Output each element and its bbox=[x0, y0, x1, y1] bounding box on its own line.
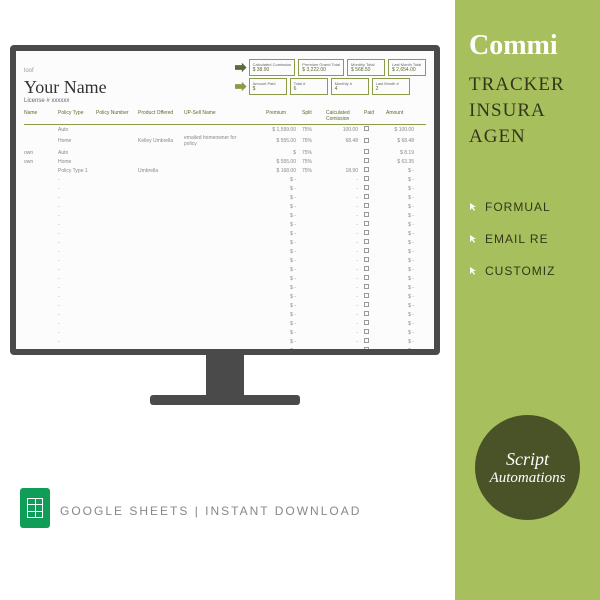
table-row: -$ --$ - bbox=[24, 301, 426, 310]
table-row: -$ --$ - bbox=[24, 247, 426, 256]
paid-checkbox[interactable] bbox=[364, 185, 369, 190]
stats-top-row: Calculated Comission$ 38.90 Premium Gran… bbox=[249, 59, 426, 76]
paid-checkbox[interactable] bbox=[364, 275, 369, 280]
stats-bottom-row: Amount Paid$ Total #6 Monthly #4 Last Mo… bbox=[249, 78, 410, 95]
paid-checkbox[interactable] bbox=[364, 320, 369, 325]
paid-checkbox[interactable] bbox=[364, 212, 369, 217]
license-text: License # xxxxxx bbox=[24, 98, 107, 104]
table-row: -$ --$ - bbox=[24, 220, 426, 229]
paid-checkbox[interactable] bbox=[364, 149, 369, 154]
table-row: -$ --$ - bbox=[24, 310, 426, 319]
table-row: -$ --$ - bbox=[24, 283, 426, 292]
table-row: ownHome$ 555.0075%$ 63.35 bbox=[24, 157, 426, 166]
table-row: -$ --$ - bbox=[24, 337, 426, 346]
paid-checkbox[interactable] bbox=[364, 311, 369, 316]
table-row: -$ --$ - bbox=[24, 328, 426, 337]
table-row: -$ --$ - bbox=[24, 202, 426, 211]
table-row: HomeKelley Umbrellaemailed homeowner for… bbox=[24, 134, 426, 148]
paid-checkbox[interactable] bbox=[364, 302, 369, 307]
cursor-icon bbox=[469, 234, 479, 244]
table-row: -$ --$ - bbox=[24, 211, 426, 220]
feature-1: FORMUAL bbox=[469, 200, 600, 214]
automation-badge: Script Automations bbox=[475, 415, 580, 520]
column-headers: Name Policy Type Policy Number Product O… bbox=[24, 110, 426, 125]
sidebar-line-1: TRACKER bbox=[469, 74, 600, 96]
table-row: -$ --$ - bbox=[24, 175, 426, 184]
sidebar-line-2: INSURA bbox=[469, 100, 600, 122]
feature-2: EMAIL RE bbox=[469, 232, 600, 246]
table-row: ownAuto$75%$ 8.19 bbox=[24, 148, 426, 157]
paid-checkbox[interactable] bbox=[364, 338, 369, 343]
paid-checkbox[interactable] bbox=[364, 167, 369, 172]
table-row: Auto$ 1,599.0075%100.00$ 100.00 bbox=[24, 125, 426, 134]
spreadsheet-screen: loof Your Name License # xxxxxx Calculat… bbox=[10, 45, 440, 355]
paid-checkbox[interactable] bbox=[364, 158, 369, 163]
paid-checkbox[interactable] bbox=[364, 239, 369, 244]
table-row: -$ --$ - bbox=[24, 229, 426, 238]
table-row: -$ --$ - bbox=[24, 184, 426, 193]
sidebar-title: Commi bbox=[469, 30, 600, 62]
paid-checkbox[interactable] bbox=[364, 266, 369, 271]
arrow-icon bbox=[235, 62, 247, 74]
monitor-mockup: loof Your Name License # xxxxxx Calculat… bbox=[10, 45, 440, 405]
table-row: -$ --$ - bbox=[24, 265, 426, 274]
paid-checkbox[interactable] bbox=[364, 126, 369, 131]
google-sheets-icon bbox=[20, 488, 50, 528]
cursor-icon bbox=[469, 202, 479, 212]
table-row: -$ --$ - bbox=[24, 292, 426, 301]
agency-label: loof bbox=[24, 68, 34, 74]
table-row: -$ --$ - bbox=[24, 319, 426, 328]
paid-checkbox[interactable] bbox=[364, 194, 369, 199]
sidebar-line-3: AGEN bbox=[469, 126, 600, 148]
monitor-base bbox=[150, 395, 300, 405]
paid-checkbox[interactable] bbox=[364, 176, 369, 181]
paid-checkbox[interactable] bbox=[364, 293, 369, 298]
paid-checkbox[interactable] bbox=[364, 329, 369, 334]
table-row: -$ --$ - bbox=[24, 193, 426, 202]
table-row: -$ --$ - bbox=[24, 274, 426, 283]
table-row: Policy Type 1Umbrella$ 168.0075%18.90$ - bbox=[24, 166, 426, 175]
feature-3: CUSTOMIZ bbox=[469, 264, 600, 278]
monitor-stand bbox=[206, 355, 244, 395]
user-name-heading: Your Name bbox=[24, 77, 107, 98]
paid-checkbox[interactable] bbox=[364, 221, 369, 226]
arrow-icon bbox=[235, 81, 247, 93]
data-rows: Auto$ 1,599.0075%100.00$ 100.00HomeKelle… bbox=[24, 125, 426, 355]
paid-checkbox[interactable] bbox=[364, 248, 369, 253]
paid-checkbox[interactable] bbox=[364, 138, 369, 143]
table-row: -$ --$ - bbox=[24, 346, 426, 355]
cursor-icon bbox=[469, 266, 479, 276]
table-row: -$ --$ - bbox=[24, 238, 426, 247]
paid-checkbox[interactable] bbox=[364, 257, 369, 262]
paid-checkbox[interactable] bbox=[364, 203, 369, 208]
paid-checkbox[interactable] bbox=[364, 230, 369, 235]
table-row: -$ --$ - bbox=[24, 256, 426, 265]
paid-checkbox[interactable] bbox=[364, 284, 369, 289]
paid-checkbox[interactable] bbox=[364, 347, 369, 352]
footer-text: GOOGLE SHEETS | INSTANT DOWNLOAD bbox=[60, 504, 361, 518]
